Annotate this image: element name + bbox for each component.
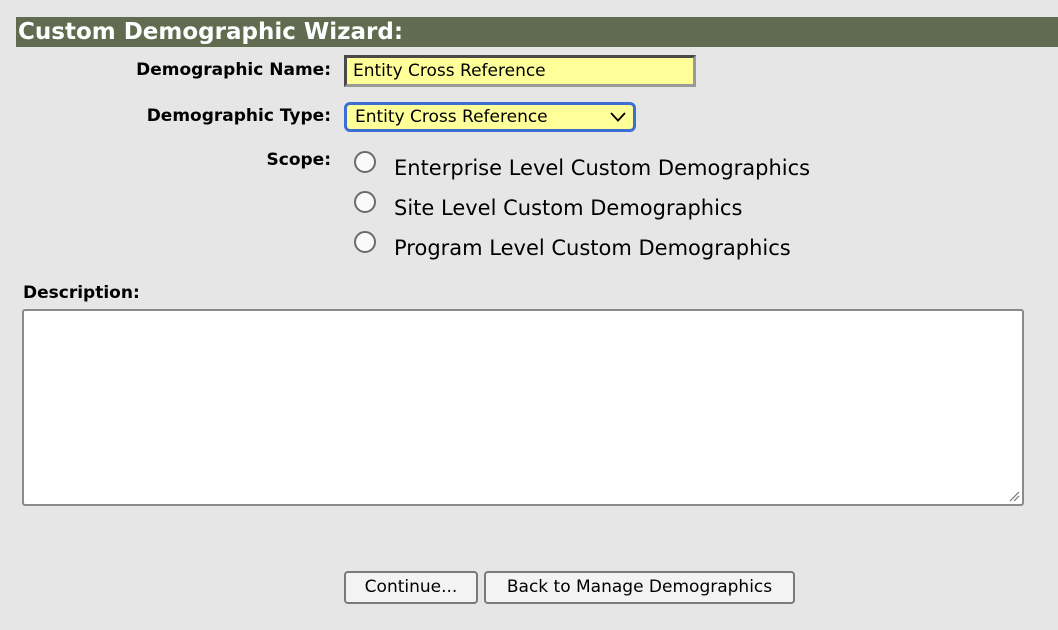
wizard-title-bar: Custom Demographic Wizard: xyxy=(16,17,1058,47)
continue-button[interactable]: Continue... xyxy=(344,571,478,604)
demographic-type-label: Demographic Type: xyxy=(146,106,331,126)
scope-enterprise-label: Enterprise Level Custom Demographics xyxy=(394,156,811,180)
description-label: Description: xyxy=(23,283,140,303)
wizard-title: Custom Demographic Wizard: xyxy=(18,19,404,45)
scope-program-radio[interactable] xyxy=(354,231,376,253)
scope-label: Scope: xyxy=(266,150,332,170)
scope-enterprise-radio[interactable] xyxy=(354,151,376,173)
chevron-down-icon xyxy=(610,112,626,122)
demographic-type-select[interactable]: Entity Cross Reference xyxy=(344,102,636,132)
demographic-name-label: Demographic Name: xyxy=(136,60,331,80)
scope-site-label: Site Level Custom Demographics xyxy=(394,196,743,220)
custom-demographic-wizard: Custom Demographic Wizard: Demographic N… xyxy=(0,0,1058,630)
scope-program-label: Program Level Custom Demographics xyxy=(394,236,791,260)
demographic-name-input[interactable] xyxy=(344,55,696,87)
back-to-manage-demographics-button[interactable]: Back to Manage Demographics xyxy=(484,571,795,604)
scope-site-radio[interactable] xyxy=(354,191,376,213)
demographic-type-value: Entity Cross Reference xyxy=(355,107,548,127)
resize-grip-icon[interactable] xyxy=(1008,490,1020,502)
description-textarea[interactable] xyxy=(22,309,1024,506)
